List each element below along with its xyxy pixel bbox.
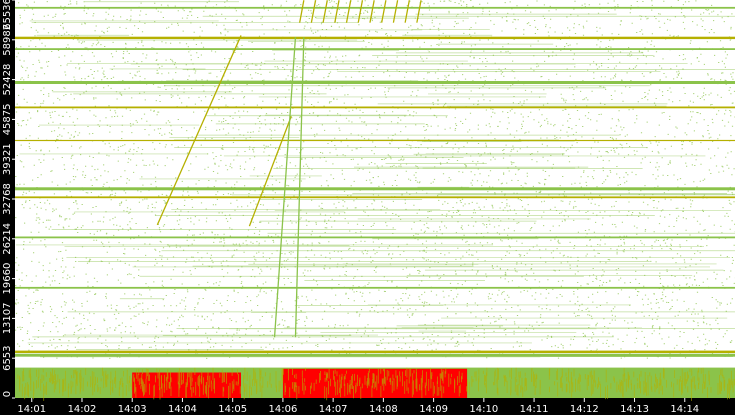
x-tick-label: 14:09 — [419, 404, 448, 415]
x-tick-label: 14:01 — [17, 404, 46, 415]
y-tick-label: 6553 — [2, 345, 13, 370]
x-tick-label: 14:05 — [218, 404, 247, 415]
y-tick-label: 19660 — [2, 263, 13, 295]
dense-band — [15, 139, 735, 142]
y-tick-label: 45875 — [2, 103, 13, 135]
dense-band — [15, 6, 735, 9]
x-tick-label: 14:14 — [670, 404, 699, 415]
x-tick-label: 14:08 — [369, 404, 398, 415]
x-tick-label: 14:07 — [319, 404, 348, 415]
dense-band — [15, 353, 735, 357]
dense-band — [15, 196, 735, 199]
dense-band — [15, 36, 735, 40]
x-tick-label: 14:02 — [68, 404, 97, 415]
x-tick-label: 14:13 — [620, 404, 649, 415]
y-tick-label: 52428 — [2, 64, 13, 96]
dense-band — [15, 48, 735, 50]
y-tick-label: 0 — [2, 391, 13, 397]
dense-band — [15, 81, 735, 84]
x-tick-label: 14:12 — [570, 404, 599, 415]
x-tick-label: 14:10 — [469, 404, 498, 415]
dense-band — [15, 236, 735, 239]
y-tick-label: 13107 — [2, 302, 13, 334]
dense-band — [15, 286, 735, 289]
x-tick-label: 14:11 — [520, 404, 549, 415]
y-tick-label: 39321 — [2, 143, 13, 175]
y-tick-label: 26214 — [2, 223, 13, 255]
port-activity-chart: 14:01 14:02 14:03 14:04 14:05 14:06 14:07 14:08… — [0, 0, 735, 415]
hot-zones — [15, 367, 735, 401]
x-tick-label: 14:06 — [268, 404, 297, 415]
dense-band — [15, 106, 735, 109]
y-tick-label: 65536 — [2, 0, 13, 30]
y-tick-label: 32768 — [2, 183, 13, 215]
dense-band — [15, 350, 735, 353]
x-tick-label: 14:03 — [118, 404, 147, 415]
x-tick-label: 14:04 — [168, 404, 197, 415]
dense-band — [15, 187, 735, 191]
